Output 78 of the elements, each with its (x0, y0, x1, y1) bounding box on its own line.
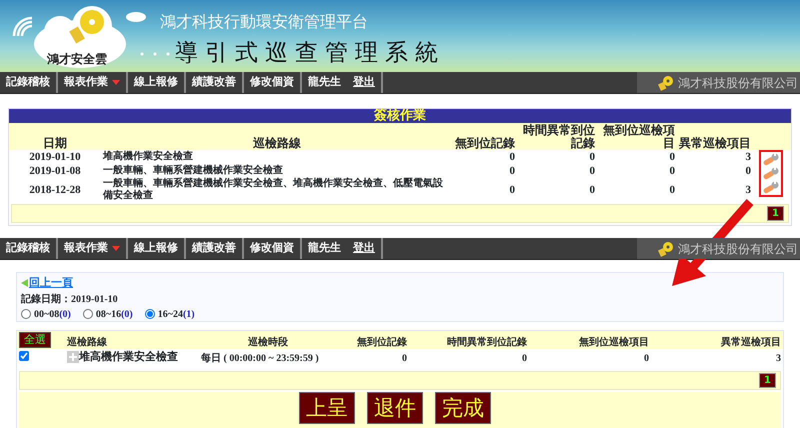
column-header: 巡檢路線 (65, 331, 197, 350)
radio-button[interactable] (144, 309, 155, 320)
date-cell-text: 2019-01-08 (28, 164, 82, 178)
key-logo-icon (657, 240, 675, 257)
count-cell: 0 (597, 150, 677, 164)
logout-link[interactable]: 登出 (353, 74, 375, 91)
row-checkbox[interactable] (19, 351, 29, 362)
count-cell-text: 3 (744, 183, 752, 198)
nav-item[interactable]: 線上報修 (128, 72, 186, 93)
system-title: 導引式巡查管理系統 (175, 39, 445, 68)
radio-label: 08~16(0) (96, 308, 133, 322)
select-all-button[interactable]: 全選 (19, 332, 51, 348)
column-header: 異常巡檢項目 (677, 123, 753, 150)
column-header: 巡檢路線 (101, 123, 453, 150)
route-cell-text: 一般車輛、車輛系營建機械作業安全檢查、堆高機作業安全檢查、低壓電氣設備安全檢查 (102, 178, 444, 202)
nav-item[interactable]: 修改個資 (244, 72, 302, 93)
column-header: 無到位巡檢項目 (529, 331, 651, 350)
radio-label: 00~08(0) (34, 308, 71, 322)
nav-item[interactable]: 報表作業 (58, 72, 128, 93)
key-logo-icon (657, 74, 675, 90)
action-button[interactable]: 上呈 (299, 392, 355, 424)
page-number[interactable]: 1 (759, 373, 776, 388)
count-cell: 0 (409, 349, 529, 370)
route-cell: 一般車輛、車輛系營建機械作業安全檢查 (101, 164, 453, 178)
nav-item[interactable]: 線上報修 (128, 238, 186, 260)
wrench-icon[interactable] (762, 167, 780, 180)
column-header: 無到位記錄 (339, 331, 409, 350)
company-name: 鴻才科技股份有限公司 (678, 74, 798, 92)
date-cell-text: 2018-12-28 (28, 183, 82, 198)
column-header: 日期 (9, 123, 101, 150)
radio-label: 16~24(1) (158, 308, 195, 322)
count-cell: 3 (651, 349, 783, 370)
logo-text: 鴻才安全雲 (47, 51, 107, 68)
action-button[interactable]: 完成 (435, 392, 491, 424)
count-cell-text: 0 (508, 183, 516, 198)
column-header: 時間異常到位記錄 (517, 123, 597, 150)
dots-icon (140, 52, 170, 56)
platform-subtitle: 鴻才科技行動環安衛管理平台 (160, 11, 368, 33)
count-cell-text: 0 (508, 164, 516, 178)
count-cell: 0 (339, 349, 409, 370)
route-cell: 堆高機作業安全檢查 (101, 150, 453, 164)
panel-title: 簽核作業 (9, 109, 791, 123)
logout-link[interactable]: 登出 (353, 240, 375, 257)
radio-button[interactable] (21, 309, 31, 320)
count-cell-text: 0 (588, 164, 596, 178)
column-header: 異常巡檢項目 (651, 331, 783, 350)
count-cell-text: 0 (588, 183, 596, 198)
radio-button[interactable] (82, 309, 93, 320)
column-header: 無到位巡檢項目 (597, 123, 677, 150)
route-name: 堆高機作業安全檢查 (79, 350, 178, 366)
nav-item[interactable]: 績護改善 (186, 238, 244, 260)
wrench-icon[interactable] (762, 153, 780, 166)
wrench-icon[interactable] (762, 181, 780, 194)
user-name: 龍先生 (308, 240, 341, 256)
company-name: 鴻才科技股份有限公司 (678, 240, 798, 258)
user-name: 龍先生 (308, 74, 341, 90)
record-date: 記錄日期：2019-01-10 (21, 292, 119, 307)
nav-item[interactable]: 記錄稽核 (0, 238, 58, 260)
page-number[interactable]: 1 (767, 206, 784, 222)
action-button[interactable]: 退件 (367, 392, 423, 424)
nav-item[interactable]: 修改個資 (244, 238, 302, 260)
column-header: 巡檢時段 (197, 331, 339, 350)
nav-item[interactable]: 報表作業 (58, 238, 128, 260)
date-cell: 2019-01-10 (9, 150, 101, 164)
back-arrow-icon (21, 279, 28, 288)
period-cell: 每日 ( 00:00:00 ~ 23:59:59 ) (197, 349, 339, 370)
nav-item[interactable]: 記錄稽核 (0, 72, 58, 93)
count-cell: 0 (517, 150, 597, 164)
back-link[interactable]: 回上一頁 (21, 275, 779, 292)
count-cell-text: 0 (668, 183, 676, 198)
column-header: 時間異常到位記錄 (409, 331, 529, 350)
nav-item[interactable]: 績護改善 (186, 72, 244, 93)
column-header: 無到位記錄 (453, 123, 517, 150)
count-cell-text: 0 (668, 164, 676, 178)
count-cell-text: 0 (744, 164, 752, 178)
count-cell: 0 (529, 349, 651, 370)
count-cell: 0 (453, 150, 517, 164)
count-cell: 3 (677, 150, 753, 164)
